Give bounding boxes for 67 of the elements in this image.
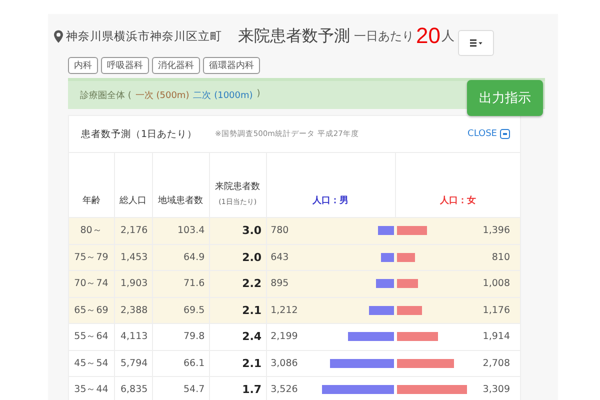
table-cell: 66.1 bbox=[183, 358, 205, 369]
table-cell: 2,176 bbox=[120, 225, 148, 236]
menu-icon bbox=[470, 39, 483, 47]
department-button[interactable]: 消化器科 bbox=[152, 57, 200, 74]
radius-link[interactable]: 二次 (1000m) bbox=[193, 88, 253, 102]
location-text: 神奈川県横浜市神奈川区立町 bbox=[66, 28, 222, 44]
table-cell-text: 2,708 bbox=[482, 358, 511, 369]
table-cell: 80～ bbox=[80, 225, 102, 236]
table-cell: 1.7 bbox=[242, 383, 262, 396]
table-cell-text: 2,199 bbox=[270, 331, 299, 342]
column-header: 地域患者数 bbox=[158, 196, 204, 206]
collapse-icon bbox=[500, 129, 510, 139]
table-cell-text: 3,526 bbox=[270, 384, 299, 396]
department-button[interactable]: 循環器内科 bbox=[203, 57, 260, 74]
radius-link[interactable]: 一次 (500m) bbox=[135, 88, 190, 102]
table-cell-text: 3,309 bbox=[482, 384, 511, 396]
table-cell: 2,388 bbox=[120, 304, 148, 316]
card-title: 患者数予測（1日あたり） bbox=[81, 128, 198, 140]
column-header-text: 来院患者数 bbox=[214, 180, 262, 193]
table-cell: 5,794 bbox=[120, 358, 148, 369]
table-cell: 2.2 bbox=[242, 277, 262, 290]
column-header: 総人口 bbox=[120, 196, 147, 206]
map-pin-icon bbox=[54, 30, 63, 42]
table-cell: 69.5 bbox=[183, 304, 205, 316]
close-link[interactable]: CLOSE bbox=[468, 129, 510, 139]
table-cell-text: 1,396 bbox=[482, 225, 511, 236]
table-cell: 45～54 bbox=[74, 358, 108, 369]
table-cell: 4,113 bbox=[120, 331, 148, 342]
table-cell: 35～44 bbox=[74, 384, 108, 396]
table-cell-text: 643 bbox=[270, 252, 290, 263]
table-cell: 3.0 bbox=[242, 224, 262, 238]
table-cell-text: 1,914 bbox=[482, 331, 511, 342]
table-cell: 2.1 bbox=[242, 356, 262, 370]
table-cell: 1,903 bbox=[120, 278, 148, 290]
column-header: 人口：男 bbox=[312, 196, 349, 206]
table-cell: 75～79 bbox=[74, 252, 108, 263]
table-cell: 71.6 bbox=[183, 278, 205, 290]
table-cell-text: 3,086 bbox=[270, 358, 299, 369]
table-cell: 55～64 bbox=[74, 331, 108, 342]
table-cell-text: 780 bbox=[270, 225, 290, 236]
table-cell-text: 1,176 bbox=[482, 304, 511, 316]
table-cell: 2.1 bbox=[242, 304, 262, 317]
table-cell: 64.9 bbox=[183, 252, 205, 263]
table-cell: 70～74 bbox=[74, 278, 108, 290]
table-cell: 103.4 bbox=[177, 225, 205, 236]
table-cell: 54.7 bbox=[183, 384, 205, 396]
table-cell: 2.4 bbox=[242, 330, 262, 344]
page-title: 来院患者数予測 bbox=[238, 26, 350, 46]
table-cell-text: 895 bbox=[270, 278, 290, 290]
patient-count: 20 bbox=[416, 23, 440, 49]
area-label: 診療圏全体 ( bbox=[80, 90, 132, 102]
table-cell: 79.8 bbox=[183, 331, 205, 342]
department-button[interactable]: 呼吸器科 bbox=[101, 57, 149, 74]
column-header: 年齢 bbox=[82, 196, 100, 206]
table-cell: 1,453 bbox=[120, 252, 148, 263]
per-day-label: 一日あたり bbox=[354, 28, 414, 44]
table-cell: 2.0 bbox=[242, 250, 262, 264]
table-cell-text: 1,212 bbox=[270, 304, 299, 316]
unit-label: 人 bbox=[441, 28, 454, 45]
table-cell-text: 810 bbox=[492, 252, 511, 263]
table-cell-text: 1,008 bbox=[482, 278, 511, 290]
column-header: 人口：女 bbox=[440, 196, 476, 206]
menu-button[interactable] bbox=[458, 30, 494, 56]
bracket-text: ) bbox=[256, 88, 260, 100]
table-cell: 6,835 bbox=[120, 384, 148, 396]
table-cell: 65～69 bbox=[74, 304, 108, 316]
department-button[interactable]: 内科 bbox=[68, 57, 98, 74]
